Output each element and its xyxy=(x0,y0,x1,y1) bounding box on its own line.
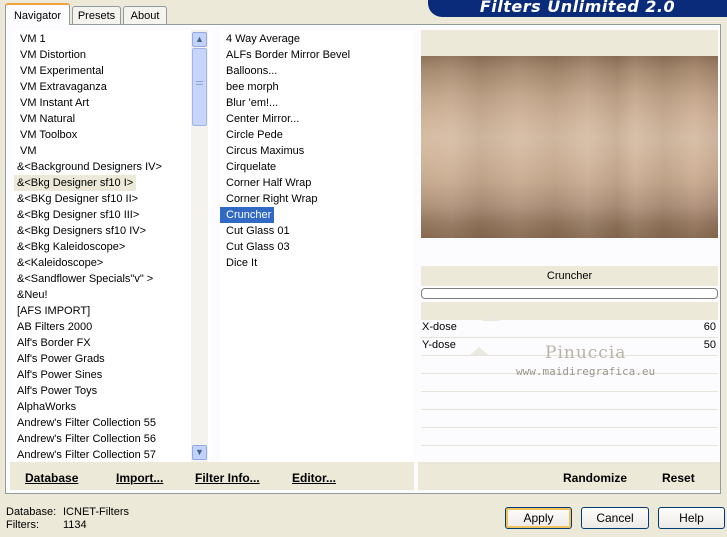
category-item[interactable]: VM Experimental xyxy=(14,63,210,79)
category-scrollbar[interactable]: ▲ ▼ xyxy=(191,30,208,462)
filter-item[interactable]: Cut Glass 03 xyxy=(220,239,414,255)
progress-bar xyxy=(421,288,718,299)
app-title-banner: Filters Unlimited 2.0 xyxy=(428,0,727,17)
help-button[interactable]: Help xyxy=(658,507,725,529)
preview-top-band xyxy=(421,30,718,56)
watermark-name: Pinuccia xyxy=(545,343,627,363)
category-item[interactable]: &<Background Designers IV> xyxy=(14,159,210,175)
filter-item[interactable]: Cut Glass 01 xyxy=(220,223,414,239)
category-item[interactable]: Alf's Power Grads xyxy=(14,351,210,367)
database-link[interactable]: Database xyxy=(25,471,78,485)
y-dose-slider-handle[interactable] xyxy=(470,347,488,355)
filter-item[interactable]: Circus Maximus xyxy=(220,143,414,159)
category-item[interactable]: Alf's Power Toys xyxy=(14,383,210,399)
filter-item[interactable]: Cirquelate xyxy=(220,159,414,175)
category-item[interactable]: Alf's Border FX xyxy=(14,335,210,351)
filter-list[interactable]: 4 Way Average ALFs Border Mirror Bevel Bal… xyxy=(220,30,414,462)
cancel-button[interactable]: Cancel xyxy=(581,507,649,529)
category-item[interactable]: VM xyxy=(14,143,210,159)
filter-item[interactable]: Cruncher xyxy=(220,207,275,223)
x-dose-value: 60 xyxy=(703,321,716,333)
tab-navigator-label: Navigator xyxy=(13,10,62,22)
category-item[interactable]: Alf's Power Sines xyxy=(14,367,210,383)
import-link[interactable]: Import... xyxy=(116,471,163,485)
empty-parameter-row xyxy=(421,428,718,446)
slider-x-dose[interactable]: X-dose 60 xyxy=(421,313,718,338)
y-dose-value: 50 xyxy=(703,339,716,351)
scroll-thumb[interactable] xyxy=(192,48,207,126)
category-item[interactable]: VM Instant Art xyxy=(14,95,210,111)
help-button-label: Help xyxy=(679,511,704,525)
category-item[interactable]: &<Bkg Designer sf10 I> xyxy=(14,175,137,191)
filter-item[interactable]: Circle Pede xyxy=(220,127,414,143)
empty-parameter-row xyxy=(421,392,718,410)
category-item[interactable]: &<Bkg Designers sf10 IV> xyxy=(14,223,210,239)
category-item[interactable]: &Neu! xyxy=(14,287,210,303)
filter-item[interactable]: Corner Right Wrap xyxy=(220,191,414,207)
category-item[interactable]: Andrew's Filter Collection 57 xyxy=(14,447,210,462)
category-item[interactable]: AB Filters 2000 xyxy=(14,319,210,335)
category-item[interactable]: VM 1 xyxy=(14,31,210,47)
tab-navigator[interactable]: Navigator xyxy=(5,3,70,25)
category-item[interactable]: VM Distortion xyxy=(14,47,210,63)
category-item[interactable]: VM Extravaganza xyxy=(14,79,210,95)
tab-about[interactable]: About xyxy=(123,6,167,24)
category-list[interactable]: VM 1 VM Distortion VM Experimental VM Extra… xyxy=(14,30,210,462)
filter-preview-image xyxy=(421,56,718,238)
tab-about-label: About xyxy=(130,10,160,22)
apply-button[interactable]: Apply xyxy=(505,507,572,529)
scroll-down-icon[interactable]: ▼ xyxy=(192,445,207,460)
category-item[interactable]: &<Sandflower Specials"v" > xyxy=(14,271,210,287)
grip-icon xyxy=(196,81,203,85)
category-item[interactable]: VM Natural xyxy=(14,111,210,127)
tab-presets[interactable]: Presets xyxy=(72,6,121,24)
filter-item[interactable]: Balloons... xyxy=(220,63,414,79)
x-dose-slider-handle[interactable] xyxy=(482,313,500,321)
apply-button-label: Apply xyxy=(523,511,554,525)
filters-count: 1134 xyxy=(63,519,87,531)
y-dose-label: Y-dose xyxy=(422,339,456,351)
randomize-button[interactable]: Randomize xyxy=(563,471,627,485)
category-item[interactable]: [AFS IMPORT] xyxy=(14,303,210,319)
watermark-url: www.maidiregrafica.eu xyxy=(516,365,656,378)
filter-name-bar: Cruncher xyxy=(421,266,718,286)
filter-item[interactable]: ALFs Border Mirror Bevel xyxy=(220,47,414,63)
tab-presets-label: Presets xyxy=(77,10,116,22)
x-dose-label: X-dose xyxy=(422,321,457,333)
filter-item[interactable]: Corner Half Wrap xyxy=(220,175,414,191)
filter-item[interactable]: Blur 'em!... xyxy=(220,95,414,111)
category-item[interactable]: Andrew's Filter Collection 55 xyxy=(14,415,210,431)
category-item[interactable]: &<Kaleidoscope> xyxy=(14,255,210,271)
filter-item[interactable]: Dice It xyxy=(220,255,414,271)
filter-item[interactable]: Center Mirror... xyxy=(220,111,414,127)
filter-name: Cruncher xyxy=(546,270,593,282)
app-title: Filters Unlimited 2.0 xyxy=(479,0,676,16)
category-item[interactable]: Andrew's Filter Collection 56 xyxy=(14,431,210,447)
editor-link[interactable]: Editor... xyxy=(292,471,336,485)
category-item[interactable]: AlphaWorks xyxy=(14,399,210,415)
database-value: ICNET-Filters xyxy=(63,506,129,518)
filter-item[interactable]: bee morph xyxy=(220,79,414,95)
slider-header-band xyxy=(421,302,718,320)
scroll-up-icon[interactable]: ▲ xyxy=(192,32,207,47)
category-item[interactable]: &<Bkg Designer sf10 III> xyxy=(14,207,210,223)
reset-button[interactable]: Reset xyxy=(662,471,695,485)
filter-info-link[interactable]: Filter Info... xyxy=(195,471,260,485)
filters-label: Filters: xyxy=(6,519,39,531)
database-label: Database: xyxy=(6,506,57,518)
cancel-button-label: Cancel xyxy=(596,511,634,525)
empty-parameter-row xyxy=(421,410,718,428)
category-item[interactable]: VM Toolbox xyxy=(14,127,210,143)
empty-parameter-row xyxy=(421,446,718,464)
category-item[interactable]: &<BKg Designer sf10 II> xyxy=(14,191,210,207)
category-item[interactable]: &<Bkg Kaleidoscope> xyxy=(14,239,210,255)
filter-item[interactable]: 4 Way Average xyxy=(220,31,414,47)
